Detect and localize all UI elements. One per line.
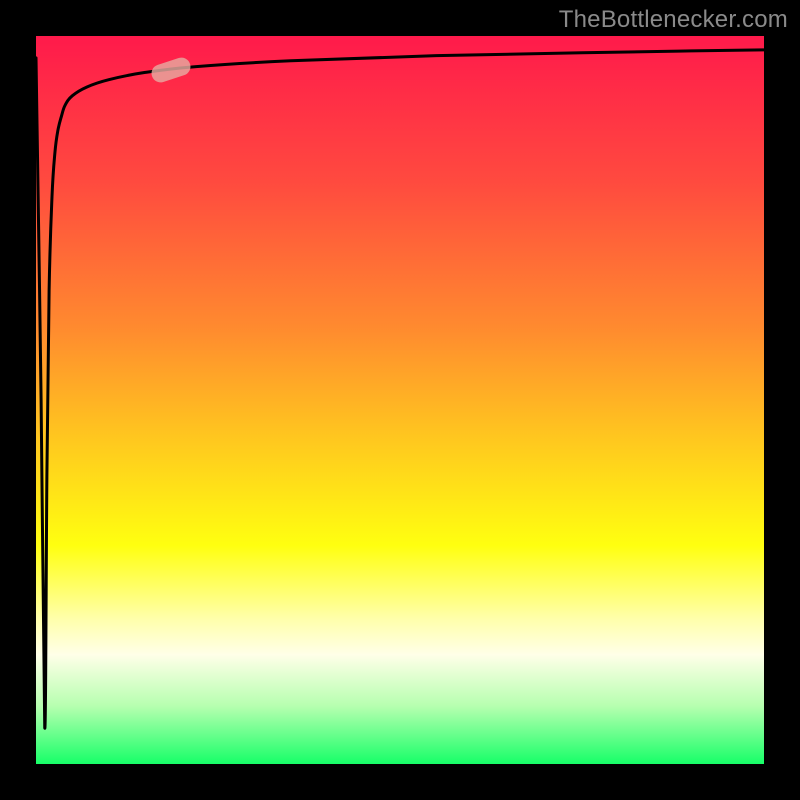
plot-svg: [36, 36, 764, 764]
chart-container: TheBottlenecker.com: [0, 0, 800, 800]
plot-area: [36, 36, 764, 764]
attribution-link[interactable]: TheBottlenecker.com: [559, 6, 788, 34]
gradient-background: [36, 36, 764, 764]
